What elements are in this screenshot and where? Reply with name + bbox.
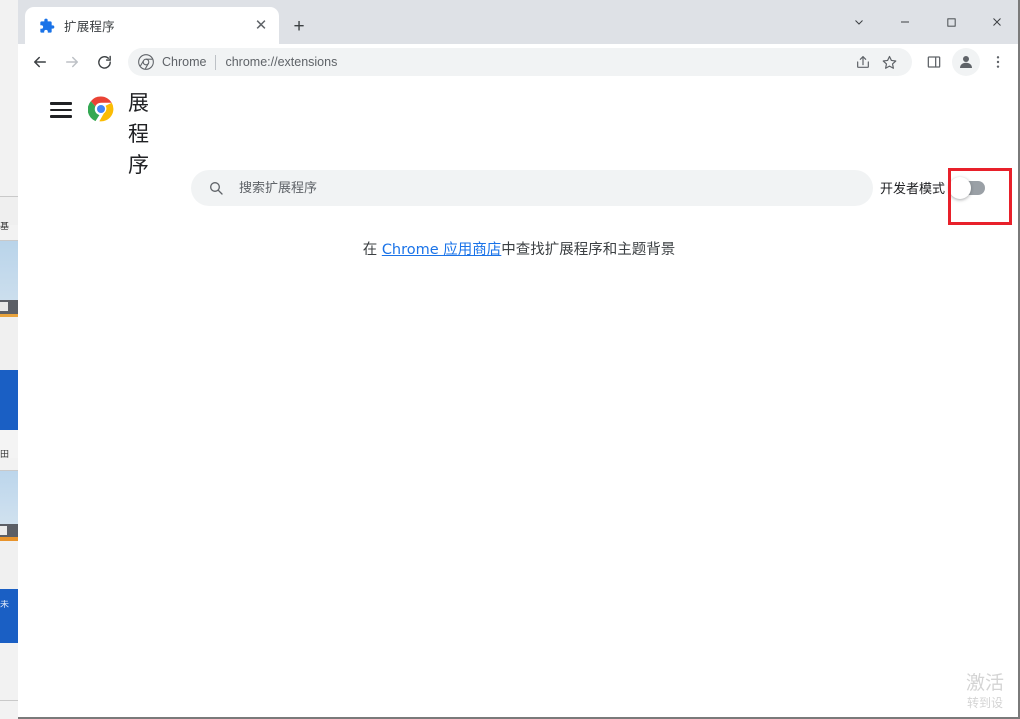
browser-tab[interactable]: 扩展程序 ✕ bbox=[25, 7, 279, 44]
profile-avatar-icon[interactable] bbox=[952, 48, 980, 76]
search-box[interactable] bbox=[191, 170, 873, 206]
chrome-browser-window: 扩展程序 ✕ + Chrome chrome://extensions 展程序 … bbox=[18, 0, 1020, 719]
developer-mode-toggle[interactable] bbox=[949, 176, 986, 199]
developer-mode-control: 开发者模式 bbox=[880, 176, 986, 199]
reload-icon[interactable] bbox=[90, 48, 118, 76]
three-dot-menu-icon[interactable] bbox=[984, 48, 1012, 76]
empty-state-suffix: 中查找扩展程序和主题背景 bbox=[501, 242, 676, 258]
maximize-button[interactable] bbox=[928, 0, 974, 44]
developer-mode-label: 开发者模式 bbox=[880, 182, 946, 197]
back-arrow-icon[interactable] bbox=[26, 48, 54, 76]
chrome-web-store-link[interactable]: Chrome 应用商店 bbox=[382, 242, 501, 258]
share-icon[interactable] bbox=[850, 49, 876, 75]
browser-toolbar: Chrome chrome://extensions bbox=[18, 44, 1018, 80]
extensions-header: 展程序 bbox=[18, 80, 1018, 177]
tab-strip: 扩展程序 ✕ + bbox=[18, 0, 1018, 44]
search-container bbox=[191, 170, 873, 206]
hamburger-menu-icon[interactable] bbox=[50, 98, 74, 122]
close-window-button[interactable] bbox=[974, 0, 1018, 44]
search-icon bbox=[207, 179, 225, 197]
omnibox-divider bbox=[215, 54, 217, 70]
page-title: 展程序 bbox=[128, 91, 149, 177]
side-panel-icon[interactable] bbox=[920, 48, 948, 76]
chrome-site-icon bbox=[138, 54, 154, 70]
window-controls bbox=[836, 0, 1018, 44]
omnibox-actions bbox=[850, 49, 902, 75]
forward-arrow-icon bbox=[58, 48, 86, 76]
address-bar[interactable]: Chrome chrome://extensions bbox=[128, 48, 912, 76]
toggle-knob bbox=[949, 176, 972, 199]
star-icon[interactable] bbox=[876, 49, 902, 75]
screen: 基 田 未 扩展程序 ✕ + Chrome chrome://extension… bbox=[0, 0, 1020, 719]
watermark-line-2: 转到设 bbox=[966, 696, 1003, 710]
watermark-line-1: 激活 bbox=[965, 672, 1004, 694]
tab-search-chevron-down-icon[interactable] bbox=[836, 0, 882, 44]
minimize-button[interactable] bbox=[882, 0, 928, 44]
tab-title: 扩展程序 bbox=[64, 20, 115, 34]
address-bar-url: chrome://extensions bbox=[225, 55, 338, 69]
new-tab-button[interactable]: + bbox=[286, 13, 312, 39]
tab-close-icon[interactable]: ✕ bbox=[251, 16, 271, 36]
security-chip-label: Chrome bbox=[162, 55, 207, 69]
empty-state-message: 在 Chrome 应用商店中查找扩展程序和主题背景 bbox=[18, 238, 1018, 259]
puzzle-piece-icon bbox=[39, 18, 55, 34]
windows-activation-watermark: 激活 转到设 bbox=[966, 671, 1004, 711]
page-viewport: 展程序 开发者模式 bbox=[18, 80, 1018, 717]
chrome-logo bbox=[88, 96, 114, 122]
empty-state-prefix: 在 bbox=[362, 242, 382, 258]
search-input[interactable] bbox=[239, 180, 857, 196]
background-window-sliver: 基 田 未 bbox=[0, 0, 20, 719]
